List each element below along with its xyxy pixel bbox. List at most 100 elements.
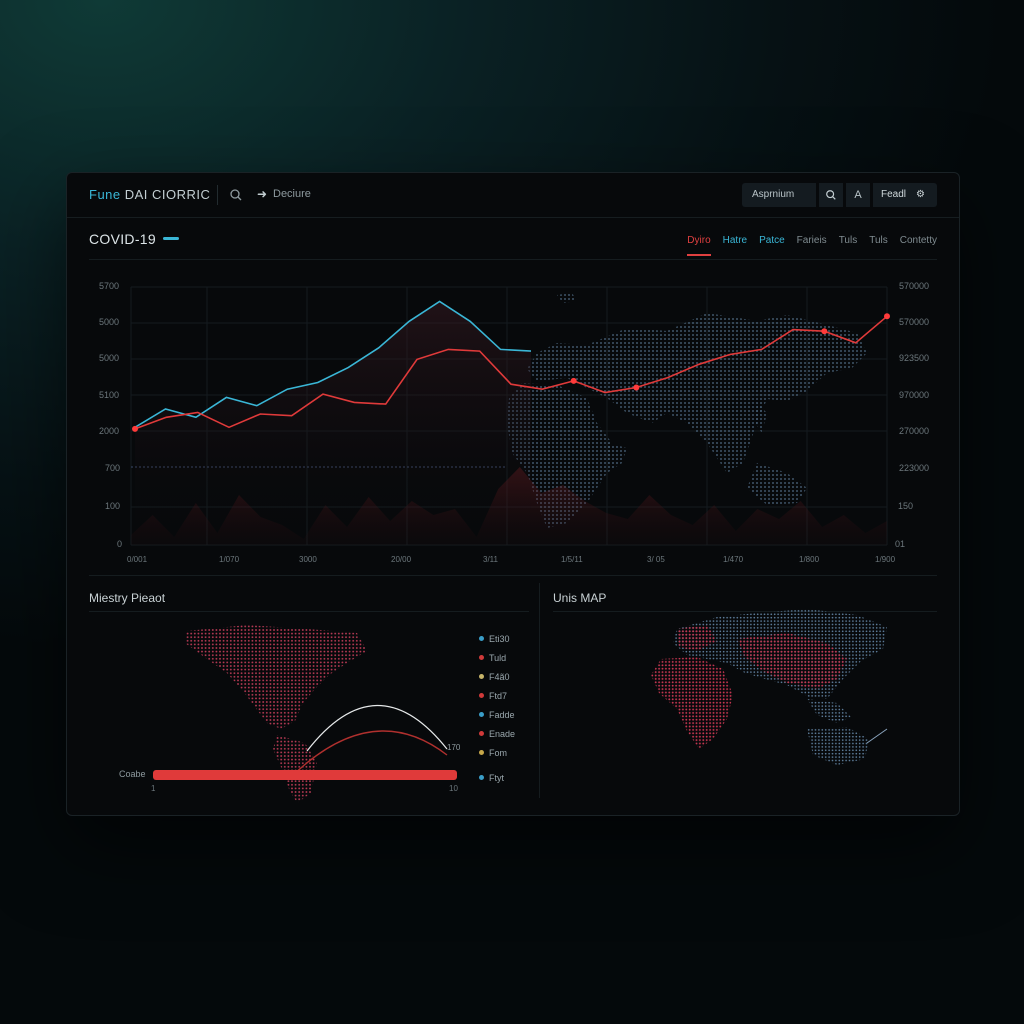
series-point: [884, 313, 890, 320]
brand-name: DAI CIORRIC: [120, 187, 211, 202]
legend-item[interactable]: Ftd7: [479, 686, 515, 705]
legend-item[interactable]: Fadde: [479, 705, 515, 724]
bar-min-label: 1: [151, 784, 156, 793]
series-point: [633, 384, 640, 391]
panel-title-right: Unis MAP: [553, 591, 607, 605]
series-area-fill: [135, 301, 531, 545]
x-tick: 1/5/11: [561, 555, 583, 564]
top-bar: Fune DAI CIORRIC ➜ Deciure Asprnium A Fe…: [67, 173, 959, 218]
x-tick: 3/11: [483, 555, 498, 564]
legend-item[interactable]: Enade: [479, 724, 515, 743]
arrow-right-icon[interactable]: ➜: [257, 187, 267, 201]
legend-label: Enade: [489, 728, 516, 739]
tab-bar: Dyiro Hatre Patce Farieis Tuls Tuls Cont…: [687, 235, 937, 256]
y-tick-right: 223000: [898, 463, 929, 473]
legend-dot: [479, 655, 484, 660]
header-controls: Asprnium A Feadl ⚙: [742, 183, 937, 207]
y-tick-right: 570000: [898, 281, 929, 291]
search-icon[interactable]: [229, 188, 243, 202]
x-tick: 1/900: [875, 555, 896, 564]
tab-item[interactable]: Tuls: [839, 235, 858, 256]
legend-label: Fom: [489, 747, 507, 758]
section-accent: [163, 237, 179, 240]
y-tick-left: 2000: [99, 426, 120, 436]
legend-label: Eti30: [489, 633, 510, 644]
letter-a-icon: A: [854, 189, 862, 201]
series-point: [570, 377, 577, 384]
section-divider: [89, 259, 937, 260]
font-button[interactable]: A: [846, 183, 870, 207]
flow-arc-white: [306, 705, 448, 752]
legend-item[interactable]: Tuld: [479, 648, 515, 667]
y-tick-left: 700: [105, 463, 121, 473]
y-tick-right: 270000: [898, 426, 929, 436]
y-tick-left: 5000: [99, 317, 120, 327]
legend-label: F4ã0: [489, 671, 510, 682]
map-region-south-america: [273, 735, 317, 803]
legend-dot: [479, 636, 484, 641]
search-field[interactable]: Asprnium: [742, 183, 816, 207]
y-tick-right: 150: [897, 501, 913, 511]
series-point: [821, 328, 828, 335]
main-chart-svg: [130, 286, 890, 546]
legend-dot: [479, 775, 484, 780]
user-menu[interactable]: Feadl ⚙: [873, 183, 937, 207]
legend-item[interactable]: Fom: [479, 743, 515, 762]
tab-item[interactable]: Tuls: [869, 235, 888, 256]
main-chart: 5700 5000 5000 5100 2000 700 100 0 57000…: [67, 273, 959, 573]
tab-item[interactable]: Dyiro: [687, 235, 711, 256]
legend-dot: [479, 693, 484, 698]
x-tick: 20/00: [391, 555, 412, 564]
legend-label: Fadde: [489, 709, 515, 720]
y-tick-right: 923500: [898, 353, 929, 363]
y-tick-right: 570000: [898, 317, 929, 327]
legend-item[interactable]: Eti30: [479, 629, 515, 648]
tab-item[interactable]: Farieis: [797, 235, 827, 256]
x-tick: 1/070: [219, 555, 240, 564]
brand-logo[interactable]: Fune DAI CIORRIC: [89, 187, 210, 202]
dashboard-window: Fune DAI CIORRIC ➜ Deciure Asprnium A Fe…: [66, 172, 960, 816]
right-world-map: [651, 609, 888, 765]
map-link-line: [866, 728, 888, 744]
arc-value: 170: [447, 743, 461, 752]
tab-item[interactable]: Contetty: [900, 235, 937, 256]
legend-dot: [479, 750, 484, 755]
search-icon: [826, 190, 836, 200]
legend-label: Ftd7: [489, 690, 508, 701]
legend-dot: [479, 712, 484, 717]
bar-max-label: 10: [449, 784, 458, 793]
legend-dot: [479, 674, 484, 679]
header-divider: [217, 185, 218, 205]
legend-dot: [479, 731, 484, 736]
search-button[interactable]: [819, 183, 843, 207]
legend-item[interactable]: Ftyt: [479, 768, 515, 787]
chart-divider: [89, 575, 937, 576]
x-tick: 1/800: [799, 555, 820, 564]
x-tick: 0/001: [127, 555, 148, 564]
legend-label: Tuld: [489, 652, 507, 663]
section-title: COVID-19: [89, 231, 156, 247]
x-tick: 1/470: [723, 555, 744, 564]
series-point: [132, 425, 138, 432]
map-region-africa: [651, 657, 733, 749]
map-region-southeast-asia: [807, 699, 851, 723]
y-tick-left: 5100: [99, 390, 120, 400]
nav-link[interactable]: Deciure: [273, 188, 311, 200]
map-region-north-america: [185, 625, 367, 729]
y-tick-left: 5000: [99, 353, 120, 363]
progress-bar: [153, 770, 457, 780]
panel-separator: [539, 583, 540, 798]
gear-icon[interactable]: ⚙: [916, 183, 925, 207]
legend-label: Ftyt: [489, 772, 504, 783]
legend: Eti30 Tuld F4ã0 Ftd7 Fadde Enade Fom Fty…: [479, 629, 515, 787]
y-tick-left: 0: [117, 539, 123, 549]
x-tick: 3000: [299, 555, 317, 564]
bar-label: Coabe: [119, 769, 146, 779]
map-region-australia: [807, 727, 869, 765]
user-label: Feadl: [881, 189, 907, 200]
tab-item[interactable]: Patce: [759, 235, 785, 256]
brand-prefix: Fune: [89, 187, 121, 202]
legend-item[interactable]: F4ã0: [479, 667, 515, 686]
y-tick-right: 01: [894, 539, 905, 549]
tab-item[interactable]: Hatre: [723, 235, 747, 256]
